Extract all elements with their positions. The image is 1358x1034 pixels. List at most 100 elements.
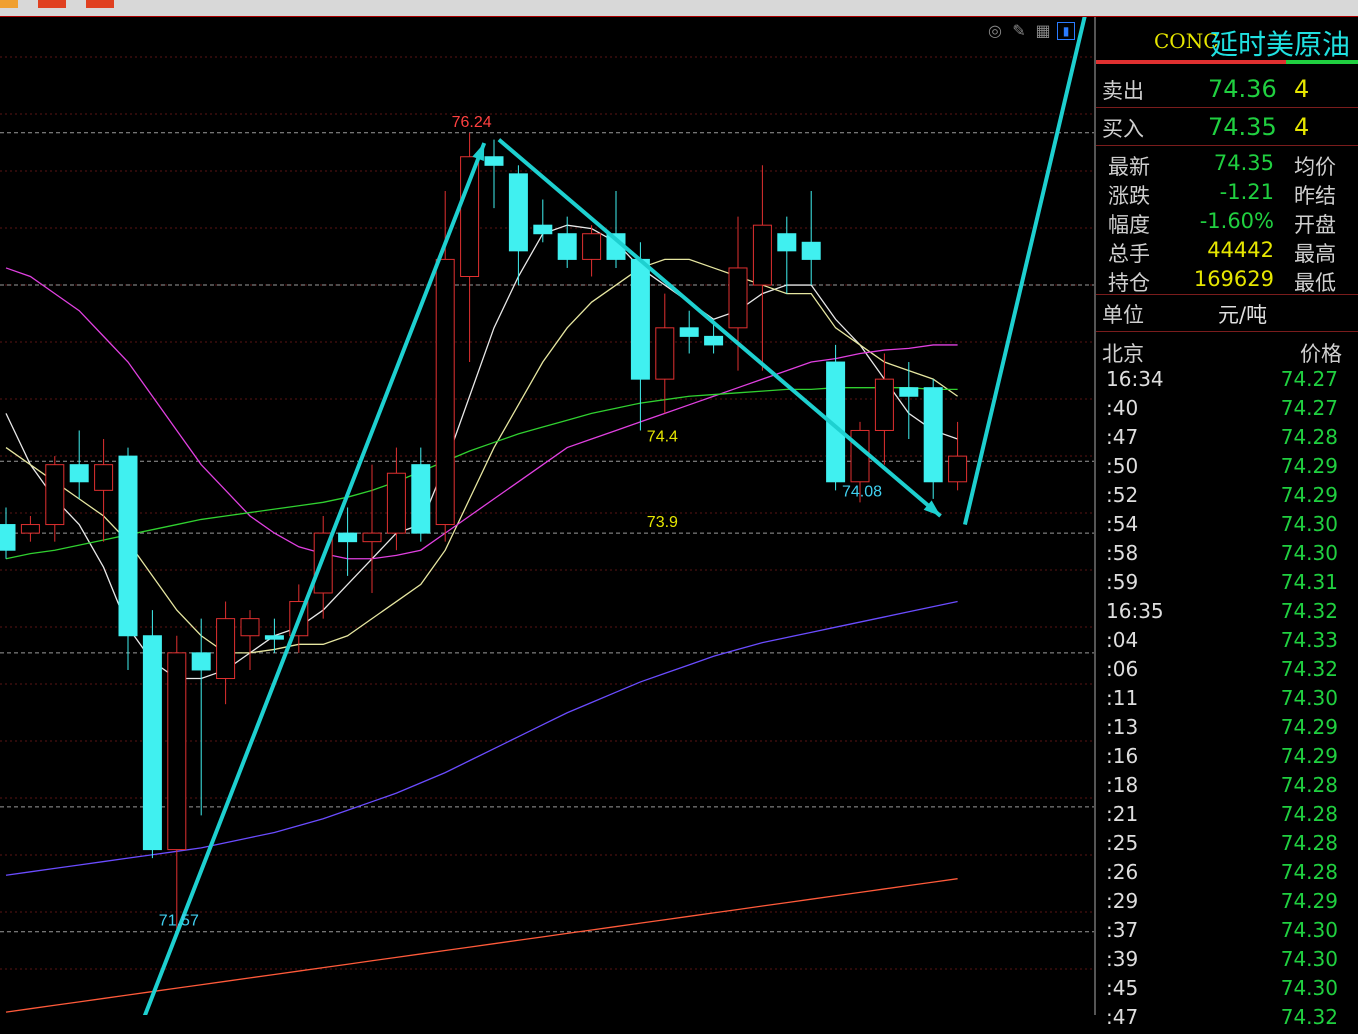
stat-right-label: 均价	[1294, 155, 1336, 179]
tick-price: 74.28	[1280, 425, 1338, 449]
tick-row: 16:35 74.32	[1096, 599, 1358, 628]
stat-value: -1.21	[1219, 180, 1274, 204]
tick-row: :21 74.28	[1096, 802, 1358, 831]
panel-toggle-icon[interactable]: ▮	[1057, 22, 1075, 40]
candle-body	[874, 378, 894, 431]
grid-icon[interactable]: ▦	[1033, 21, 1053, 41]
instrument-name: 延时美原油	[1210, 28, 1351, 61]
tick-row: :29 74.29	[1096, 889, 1358, 918]
stat-label: 总手	[1108, 242, 1150, 266]
tick-time: :52	[1106, 483, 1139, 507]
tick-row: :54 74.30	[1096, 512, 1358, 541]
stat-label: 持仓	[1108, 271, 1150, 295]
toolbar-button-right[interactable]	[86, 0, 114, 8]
window-top-bar	[0, 0, 1358, 17]
tick-time: :37	[1106, 918, 1139, 942]
candle-body	[142, 635, 162, 851]
tick-price: 74.29	[1280, 889, 1338, 913]
toolbar-button-left[interactable]	[0, 0, 18, 8]
tick-row: :26 74.28	[1096, 860, 1358, 889]
candle-body	[411, 464, 431, 534]
ticks-header-time: 北京	[1102, 342, 1144, 366]
stat-value: 74.35	[1213, 151, 1274, 175]
tick-time: :16	[1106, 744, 1139, 768]
sell-price: 74.36	[1208, 75, 1277, 103]
price-annotation: 71.57	[159, 913, 199, 930]
candle-body	[777, 233, 797, 252]
tick-row: :25 74.28	[1096, 831, 1358, 860]
separator	[1096, 107, 1358, 108]
price-annotation: 74.4	[647, 429, 678, 446]
candle-body	[362, 532, 382, 543]
tick-time: :25	[1106, 831, 1139, 855]
tick-price: 74.29	[1280, 744, 1338, 768]
candle-body	[630, 258, 650, 380]
candle-body	[923, 387, 943, 483]
chart-toolbar: ◎ ✎ ▦ ▮	[985, 20, 1075, 42]
tick-price: 74.28	[1280, 802, 1338, 826]
toolbar-button-middle[interactable]	[38, 0, 66, 8]
candle-body	[386, 472, 406, 534]
tick-time: :40	[1106, 396, 1139, 420]
tick-time: :18	[1106, 773, 1139, 797]
stat-label: 最新	[1108, 155, 1150, 179]
quote-title: CONC 延时美原油	[1096, 17, 1358, 61]
candle-body	[338, 532, 358, 543]
candle-body	[264, 635, 284, 640]
tick-price: 74.27	[1280, 396, 1338, 420]
tick-row: :40 74.27	[1096, 396, 1358, 425]
candle-body	[20, 524, 40, 534]
candle-body	[94, 464, 114, 491]
tick-time: :47	[1106, 1005, 1139, 1029]
stat-right-label: 最低	[1294, 271, 1336, 295]
candle-body	[508, 173, 528, 252]
tick-price: 74.33	[1280, 628, 1338, 652]
tick-price: 74.29	[1280, 715, 1338, 739]
separator	[1096, 145, 1358, 146]
candle-body	[850, 429, 870, 483]
tick-time: :45	[1106, 976, 1139, 1000]
tick-time: :50	[1106, 454, 1139, 478]
tick-row: :59 74.31	[1096, 570, 1358, 599]
candle-body	[752, 224, 772, 286]
tick-row: :04 74.33	[1096, 628, 1358, 657]
tick-time: :59	[1106, 570, 1139, 594]
ma250-line	[5, 878, 958, 1013]
tick-row: :37 74.30	[1096, 918, 1358, 947]
tick-row: :16 74.29	[1096, 744, 1358, 773]
tick-price: 74.28	[1280, 773, 1338, 797]
instrument-code: CONC	[1154, 29, 1219, 53]
candle-body	[728, 267, 748, 329]
stat-value: -1.60%	[1199, 209, 1274, 233]
stat-value: 169629	[1193, 267, 1274, 291]
tick-time: :26	[1106, 860, 1139, 884]
candle-body	[582, 233, 602, 260]
tick-price: 74.28	[1280, 860, 1338, 884]
pencil-icon[interactable]: ✎	[1009, 21, 1029, 41]
candle-body	[533, 224, 553, 235]
tick-row: :13 74.29	[1096, 715, 1358, 744]
candlestick-chart[interactable]: 76.24 71.57 74.08 74.4 73.9	[0, 17, 1094, 1015]
buy-qty: 4	[1294, 113, 1310, 141]
tick-row: :47 74.28	[1096, 425, 1358, 454]
tick-row: 16:34 74.27	[1096, 367, 1358, 396]
trend-arrow	[142, 142, 487, 1015]
tick-time: 16:34	[1106, 367, 1164, 391]
candle-body	[460, 156, 480, 277]
candle-body	[484, 156, 504, 166]
candle-body	[655, 327, 675, 380]
tick-time: :04	[1106, 628, 1139, 652]
tick-price: 74.32	[1280, 1005, 1338, 1029]
candle-body	[948, 455, 968, 483]
stat-right-label: 开盘	[1294, 213, 1336, 237]
tick-row: :39 74.30	[1096, 947, 1358, 976]
tick-time: :39	[1106, 947, 1139, 971]
eye-off-icon[interactable]: ◎	[985, 21, 1005, 41]
tick-price: 74.29	[1280, 454, 1338, 478]
tick-price: 74.30	[1280, 686, 1338, 710]
candle-body	[118, 455, 138, 637]
separator	[1096, 331, 1358, 332]
stat-label: 涨跌	[1108, 184, 1150, 208]
ticks-header-price: 价格	[1300, 342, 1342, 366]
candle-body	[191, 652, 211, 671]
